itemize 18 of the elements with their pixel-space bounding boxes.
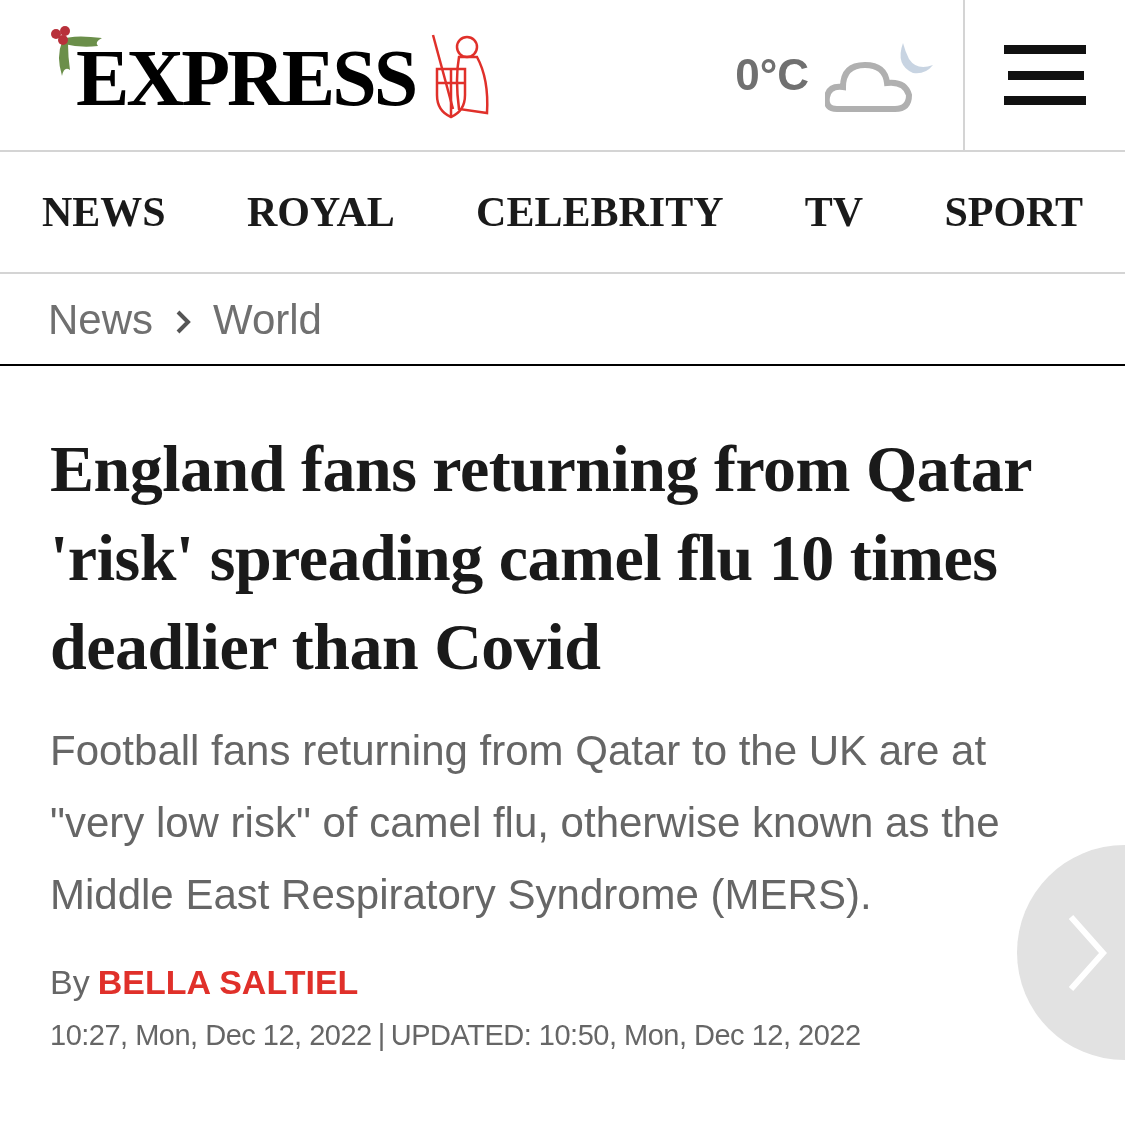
published-date: 10:27, Mon, Dec 12, 2022 — [50, 1018, 372, 1053]
nav-link[interactable]: TV — [804, 180, 864, 244]
breadcrumb-link[interactable]: World — [213, 287, 322, 351]
temperature: 0°C — [735, 49, 809, 101]
separator: | — [377, 1018, 385, 1053]
updated-date: UPDATED: 10:50, Mon, Dec 12, 2022 — [390, 1018, 861, 1053]
chevron-right-icon — [1067, 912, 1107, 993]
nav-link[interactable]: ROYAL — [247, 180, 395, 244]
logo[interactable]: EXPRESS — [76, 38, 416, 118]
nav-link[interactable]: NEWS — [42, 180, 166, 244]
nav-link[interactable]: CELEBRITY — [476, 180, 724, 244]
author-link[interactable]: BELLA SALTIEL — [97, 957, 359, 1008]
breadcrumb-link[interactable]: News — [48, 287, 154, 351]
nav-link[interactable]: SPORT — [944, 180, 1083, 244]
standfirst: Football fans returning from Qatar to the UK are at "very low risk" of camel flu, otherwise known as the Middle East Respiratory Syndrome (MERS). — [50, 726, 1001, 920]
byline-label: By — [50, 962, 90, 1003]
chevron-right-icon — [175, 308, 192, 336]
headline: England fans returning from Qatar 'risk' spreading camel flu 10 times deadlier than Covid — [50, 431, 1032, 685]
